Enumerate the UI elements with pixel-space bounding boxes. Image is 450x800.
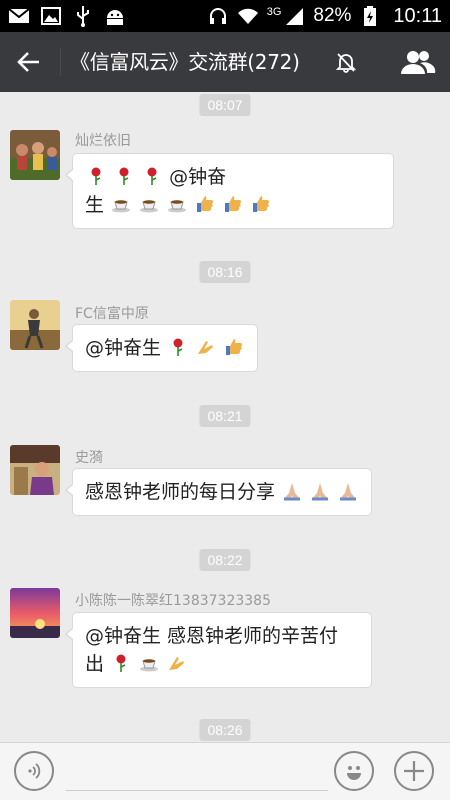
- sender-name: 史漪: [75, 450, 103, 466]
- message-text: @钟奋生: [85, 337, 162, 359]
- coffee-icon: [167, 194, 187, 214]
- avatar[interactable]: [10, 588, 60, 638]
- avatar[interactable]: [10, 445, 60, 495]
- smiley-icon: [347, 766, 361, 780]
- clock: 10:11: [393, 4, 442, 27]
- input-bar: [0, 742, 450, 800]
- timestamp: 08:26: [199, 719, 251, 741]
- mute-bell-icon: [335, 51, 357, 73]
- message-input[interactable]: [66, 753, 328, 791]
- sender-name: 小陈陈一陈翠红13837323385: [75, 593, 271, 609]
- group-members-icon: [401, 51, 436, 74]
- message-bubble[interactable]: @钟奋 生: [65, 153, 394, 229]
- message-bubble[interactable]: @钟奋生 感恩钟老师的辛苦付 出: [65, 612, 372, 688]
- avatar[interactable]: [10, 300, 60, 350]
- rose-icon: [168, 337, 188, 357]
- avatar[interactable]: [10, 130, 60, 180]
- thumbs-up-icon: [251, 194, 271, 214]
- chat-area[interactable]: 08:07 灿烂依旧 @钟奋 生 08:16 FC信富中原 @钟奋生 08:21…: [0, 92, 450, 742]
- message-bubble[interactable]: 感恩钟老师的每日分享: [64, 468, 373, 516]
- message-text: @钟奋: [169, 166, 227, 188]
- group-members-button[interactable]: [400, 46, 436, 78]
- mail-icon: [8, 5, 30, 27]
- chat-title: 《信富风云》交流群(272): [70, 50, 300, 74]
- message-text: 生: [85, 194, 105, 216]
- battery-percent: 82%: [313, 5, 352, 26]
- title-bar: 《信富风云》交流群(272): [0, 32, 450, 92]
- pray-icon: [282, 481, 302, 501]
- status-bar: 3G 82% 10:11: [0, 0, 450, 32]
- coffee-icon: [111, 194, 131, 214]
- clap-icon: [167, 653, 187, 673]
- rose-icon: [142, 166, 162, 186]
- voice-button[interactable]: [14, 751, 54, 791]
- thumbs-up-icon: [223, 194, 243, 214]
- timestamp: 08:22: [199, 549, 251, 571]
- rose-icon: [114, 166, 134, 186]
- usb-icon: [72, 5, 94, 27]
- rose-icon: [86, 166, 106, 186]
- back-button[interactable]: [10, 44, 48, 80]
- back-arrow-icon: [17, 52, 39, 72]
- sender-name: FC信富中原: [75, 306, 149, 322]
- plus-icon: [404, 761, 424, 781]
- thumbs-up-icon: [224, 337, 244, 357]
- message-text: 出: [85, 653, 105, 675]
- more-button[interactable]: [394, 751, 434, 791]
- emoji-button[interactable]: [334, 751, 374, 791]
- message-text: @钟奋生 感恩钟老师的辛苦付: [85, 625, 339, 647]
- timestamp: 08:16: [199, 261, 251, 283]
- android-icon: [104, 5, 126, 27]
- title-divider: [60, 48, 61, 76]
- timestamp: 08:21: [199, 405, 251, 427]
- pray-icon: [338, 481, 358, 501]
- thumbs-up-icon: [195, 194, 215, 214]
- coffee-icon: [139, 653, 159, 673]
- headphones-icon: [207, 5, 229, 27]
- network-type: 3G: [266, 6, 282, 18]
- rose-icon: [111, 653, 131, 673]
- image-icon: [40, 5, 62, 27]
- battery-icon: [359, 5, 381, 27]
- sender-name: 灿烂依旧: [75, 133, 131, 149]
- message-text: 感恩钟老师的每日分享: [85, 481, 276, 503]
- voice-icon: [28, 763, 41, 779]
- coffee-icon: [139, 194, 159, 214]
- signal-icon: [283, 5, 305, 27]
- clap-icon: [196, 337, 216, 357]
- timestamp: 08:07: [199, 94, 251, 116]
- pray-icon: [310, 481, 330, 501]
- message-bubble[interactable]: @钟奋生: [64, 324, 259, 372]
- wifi-icon: [237, 5, 259, 27]
